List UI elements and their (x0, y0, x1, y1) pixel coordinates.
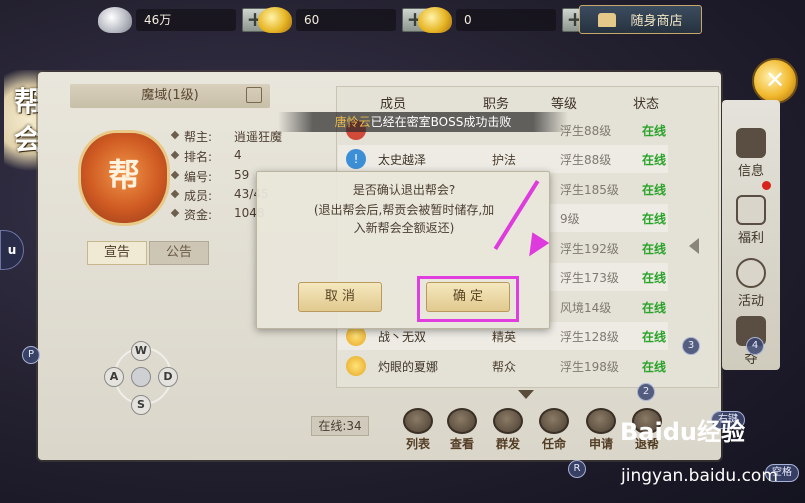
ingot-currency: 0 + (418, 6, 588, 34)
header-role[interactable]: 职务 (483, 93, 551, 112)
info-id: 编号: 59 (170, 168, 249, 185)
guild-name: 魔域(1级) (70, 84, 270, 108)
bullet-icon (170, 189, 180, 199)
silver-currency: 46万 + (98, 6, 268, 34)
list-button[interactable]: 列表 (398, 408, 438, 452)
bullet-icon (170, 208, 180, 218)
appoint-button[interactable]: 任命 (534, 408, 574, 452)
bullet-icon (170, 130, 180, 140)
online-count: 在线:34 (311, 416, 369, 436)
dialog-question: 是否确认退出帮会? (352, 183, 456, 197)
key-a[interactable]: A (104, 367, 124, 387)
dpad-center-icon (131, 367, 151, 387)
info-members: 成员: 43/45 (170, 187, 269, 204)
key-d[interactable]: D (158, 367, 178, 387)
applications-button[interactable]: 申请 (581, 408, 621, 452)
guild-emblem-char: 帮 (107, 156, 140, 194)
chevron-left-icon[interactable] (689, 238, 699, 254)
announcement-text: 已经在密室BOSS成功击败 (370, 115, 512, 129)
key-s[interactable]: S (131, 395, 151, 415)
notification-dot (762, 181, 771, 190)
hint-r: R (568, 460, 586, 478)
fan-icon (736, 258, 766, 288)
cancel-button[interactable]: 取 消 (298, 282, 382, 312)
edit-icon[interactable] (246, 87, 262, 103)
hint-3: 3 (682, 337, 700, 355)
tab-declaration[interactable]: 宣告 (87, 241, 147, 265)
bulb-icon (346, 356, 366, 376)
silver-ingot-icon (98, 7, 132, 33)
gold-currency: 60 + (258, 6, 428, 34)
portable-shop-button[interactable]: 随身商店 (579, 5, 702, 34)
table-row[interactable]: ! 太史越泽 护法 浮生88级 在线 (340, 145, 670, 173)
side-item-welfare[interactable]: 福利 (726, 195, 776, 246)
shop-label: 随身商店 (630, 14, 683, 29)
banner-icon (736, 128, 766, 158)
side-item-activity[interactable]: 活动 (726, 258, 776, 309)
guitar-icon (586, 408, 616, 434)
view-button[interactable]: 查看 (442, 408, 482, 452)
close-button[interactable]: ✕ (752, 58, 798, 104)
system-announcement: 唐怜云已经在密室BOSS成功击败 (278, 112, 568, 132)
info-rank: 排名: 4 (170, 148, 242, 165)
person-icon (539, 408, 569, 434)
bullet-icon (170, 150, 180, 160)
chevron-down-icon[interactable] (518, 390, 534, 399)
info-leader: 帮主: 逍遥狂魔 (170, 128, 282, 145)
table-row[interactable]: 灼眼的夏娜 帮众 浮生198级 在线 (340, 352, 670, 380)
baidu-jingyan-logo: Baidu经验 (620, 418, 745, 446)
gold-ingot-icon (258, 7, 292, 33)
chat-icon (493, 408, 523, 434)
bullet-icon (170, 170, 180, 180)
bound-gold-ingot-icon (418, 7, 452, 33)
hint-2: 2 (637, 383, 655, 401)
header-member[interactable]: 成员 (380, 93, 483, 112)
guild-notice-tabs: 宣告 公告 (87, 241, 209, 265)
watermark-url: jingyan.baidu.com (621, 466, 778, 486)
bulb-icon (346, 326, 366, 346)
announcement-name: 唐怜云 (334, 115, 371, 129)
info-funds: 资金: 1048 (170, 206, 265, 223)
hint-4: 4 (746, 337, 764, 355)
hint-p: P (22, 346, 40, 364)
list-icon (403, 408, 433, 434)
gift-icon (736, 195, 766, 225)
info-icon: ! (346, 149, 366, 169)
broadcast-button[interactable]: 群发 (488, 408, 528, 452)
dialog-detail-line1: (退出帮会后,帮贡会被暂时储存,加 (313, 203, 495, 217)
shop-icon (598, 12, 617, 27)
header-level[interactable]: 等级 (551, 93, 633, 112)
member-list-header: 成员 职务 等级 状态 (336, 93, 719, 112)
confirm-highlight-box (417, 276, 519, 322)
silver-value: 46万 (136, 9, 236, 31)
header-status[interactable]: 状态 (633, 93, 659, 112)
tab-notice[interactable]: 公告 (149, 241, 209, 265)
key-w[interactable]: W (131, 341, 151, 361)
ingot-value: 0 (456, 9, 556, 31)
gold-value: 60 (296, 9, 396, 31)
magnifier-icon (447, 408, 477, 434)
dialog-detail-line2: 入新帮会全额返还) (353, 221, 455, 235)
side-item-info[interactable]: 信息 (726, 128, 776, 179)
left-edge-button[interactable]: u (0, 230, 24, 270)
